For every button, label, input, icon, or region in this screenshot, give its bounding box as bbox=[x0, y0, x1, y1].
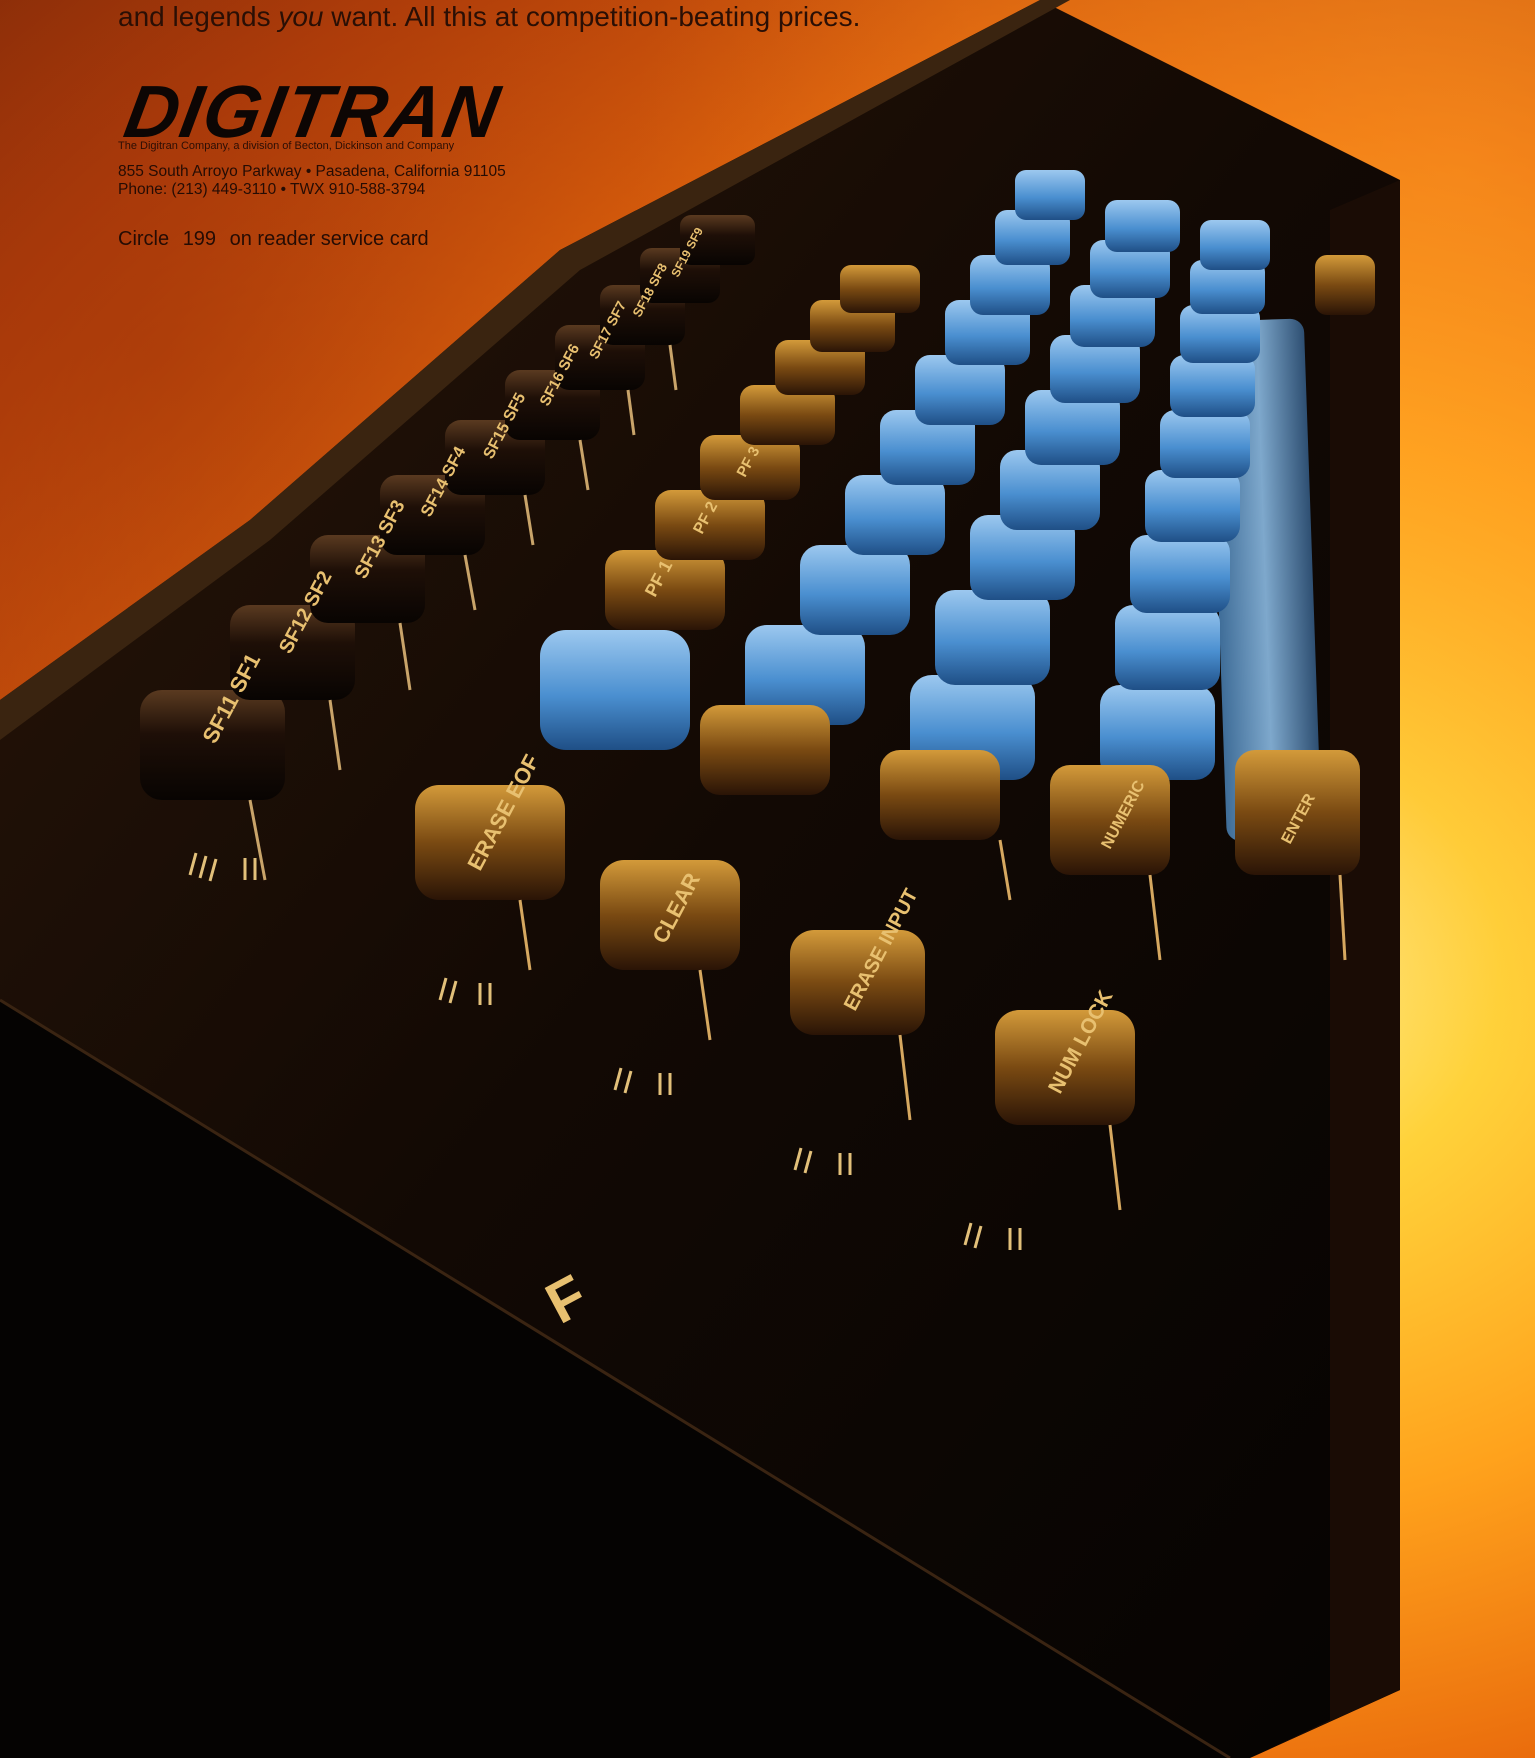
tagline-text: and legends bbox=[118, 1, 279, 32]
reader-service-number: 199 bbox=[182, 228, 217, 250]
reader-service-note: Circle 199 on reader service card bbox=[118, 228, 429, 251]
company-division: The Digitran Company, a division of Bect… bbox=[118, 140, 455, 152]
reader-service-suffix: on reader service card bbox=[229, 228, 429, 250]
tagline-emphasis: you bbox=[278, 1, 324, 32]
tagline-text: want. All this at competition-beating pr… bbox=[323, 1, 861, 32]
company-address: 855 South Arroyo Parkway • Pasadena, Cal… bbox=[118, 163, 506, 180]
ad-tagline: and legends you want. All this at compet… bbox=[118, 0, 860, 34]
company-phone: Phone: (213) 449-3110 • TWX 910-588-3794 bbox=[118, 181, 426, 198]
keyboard-photo: SF11 SF1 SF12 SF2 SF13 SF3 SF14 SF4 SF15… bbox=[0, 0, 1400, 1758]
reader-service-prefix: Circle bbox=[118, 228, 170, 250]
